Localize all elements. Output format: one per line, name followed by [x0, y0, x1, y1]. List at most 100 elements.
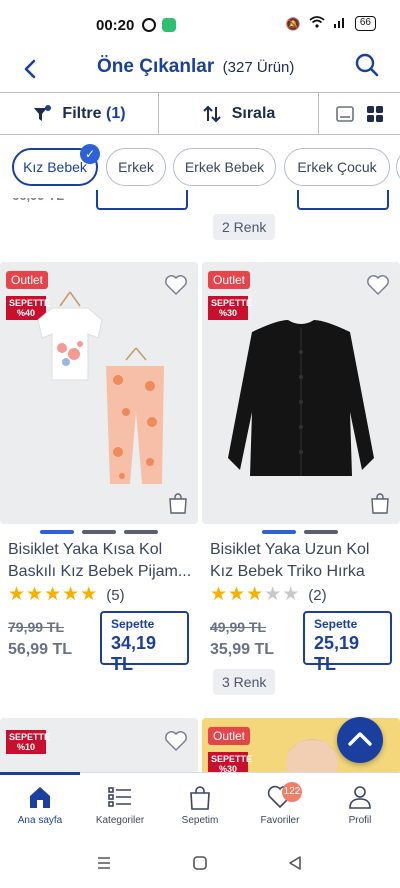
- sort-button[interactable]: Sırala: [159, 93, 319, 134]
- page-title: Öne Çıkanlar (327 Ürün): [97, 56, 294, 78]
- sort-icon: [202, 105, 221, 122]
- add-to-bag-icon[interactable]: [168, 492, 188, 514]
- status-time: 00:20: [96, 17, 135, 34]
- star-rating: ★ ★ ★ ★ ★ (5): [8, 585, 125, 605]
- star-icon: ★: [8, 584, 26, 605]
- home-icon: [30, 787, 50, 808]
- chip-next[interactable]: [396, 148, 400, 186]
- chip-label: Erkek Bebek: [184, 159, 265, 175]
- prev-price-fragment: 66,99 TL: [12, 188, 65, 203]
- recent-apps-icon[interactable]: [96, 856, 112, 870]
- app-notification-icon: [162, 18, 176, 32]
- prev-sepette-box-left[interactable]: [96, 190, 188, 210]
- nav-label: Sepetim: [181, 815, 219, 826]
- nav-label: Ana sayfa: [17, 815, 63, 826]
- view-toggle: [319, 93, 400, 134]
- chip-erkek-bebek[interactable]: Erkek Bebek: [173, 148, 276, 186]
- current-price: 35,99 TL: [210, 641, 275, 658]
- rating-count: (2): [308, 586, 327, 604]
- pager-dot[interactable]: [304, 530, 338, 534]
- star-icon: ★: [246, 584, 264, 605]
- sepette-price: 34,19 TL: [111, 633, 157, 674]
- heart-icon[interactable]: [164, 730, 188, 752]
- pager-dot[interactable]: [124, 530, 158, 534]
- back-button[interactable]: [16, 54, 46, 84]
- status-bar: 00:20 🔕 66: [0, 0, 400, 50]
- nav-home[interactable]: Ana sayfa: [0, 772, 80, 838]
- add-to-bag-icon[interactable]: [370, 492, 390, 514]
- check-icon: ✓: [80, 144, 100, 164]
- rating-count: (5): [106, 586, 125, 604]
- nav-label: Kategoriler: [95, 815, 145, 826]
- chip-erkek[interactable]: Erkek: [106, 148, 166, 186]
- filter-button[interactable]: Filtre (1): [0, 93, 159, 134]
- sepette-price: 25,19 TL: [314, 633, 360, 674]
- user-icon: [349, 786, 371, 809]
- product-card[interactable]: SEPETTE %10: [0, 718, 198, 774]
- scroll-to-top-button[interactable]: [337, 717, 383, 763]
- sort-label: Sırala: [231, 104, 276, 122]
- sepette-label: Sepette: [111, 617, 155, 631]
- nav-label: Favoriler: [260, 815, 300, 826]
- product-name[interactable]: Bisiklet Yaka Uzun Kol Kız Bebek Triko H…: [210, 539, 396, 583]
- search-button[interactable]: [352, 50, 382, 80]
- chip-label: Erkek: [118, 159, 154, 175]
- star-icon: ★: [264, 584, 282, 605]
- nav-categories[interactable]: Kategoriler: [80, 773, 160, 838]
- categories-icon: [108, 787, 131, 807]
- chip-label: Erkek Çocuk: [297, 159, 377, 175]
- image-pager: [40, 530, 158, 534]
- star-icon: ★: [26, 584, 44, 605]
- grid-view-icon[interactable]: [366, 105, 384, 123]
- filter-icon: [34, 104, 52, 121]
- chip-label: Kız Bebek: [23, 159, 87, 175]
- sepette-price-box: Sepette 25,19 TL: [303, 611, 392, 674]
- sepette-discount-tag: SEPETTE %10: [6, 730, 50, 754]
- old-price: 49,99 TL: [210, 619, 267, 635]
- signal-icon: [333, 16, 347, 31]
- sepette-price-box: Sepette 34,19 TL: [100, 611, 189, 674]
- filter-label: Filtre: [62, 104, 102, 122]
- star-icon: ★: [228, 584, 246, 605]
- filter-sort-bar: Filtre (1) Sırala: [0, 92, 400, 135]
- nav-profile[interactable]: Profil: [320, 773, 400, 838]
- product-image[interactable]: Outlet SEPETTE %30: [202, 262, 400, 524]
- chevron-up-icon: [348, 732, 372, 746]
- chip-erkek-cocuk[interactable]: Erkek Çocuk: [284, 148, 390, 186]
- star-rating: ★ ★ ★ ★ ★ (2): [210, 585, 327, 605]
- star-icon: ★: [282, 584, 300, 605]
- wifi-icon: [309, 16, 325, 31]
- system-navigation-bar: [0, 838, 400, 888]
- product-card[interactable]: Outlet SEPETTE %30 Bisiklet Yaka Uzun Ko…: [202, 262, 400, 674]
- sepette-label: Sepette: [314, 617, 358, 631]
- product-image[interactable]: Outlet SEPETTE %40: [0, 262, 198, 524]
- cardigan-image: [228, 320, 374, 476]
- nav-favorites[interactable]: 122 Favoriler: [240, 773, 320, 838]
- pager-dot[interactable]: [82, 530, 116, 534]
- category-chips: Kız Bebek ✓ Erkek Erkek Bebek Erkek Çocu…: [0, 144, 400, 189]
- chevron-left-icon: [24, 59, 36, 79]
- color-count-badge: 3 Renk: [213, 669, 276, 695]
- nav-cart[interactable]: Sepetim: [160, 773, 240, 838]
- battery-indicator: 66: [354, 16, 376, 31]
- bottom-navigation: Ana sayfa Kategoriler Sepetim 122 Favori…: [0, 772, 400, 838]
- home-button-icon[interactable]: [192, 855, 208, 871]
- filter-count: (1): [106, 104, 126, 122]
- search-icon: [355, 53, 379, 77]
- star-icon: ★: [62, 584, 80, 605]
- mute-icon: 🔕: [285, 16, 301, 31]
- shopping-bag-icon: [190, 786, 210, 810]
- list-view-icon[interactable]: [335, 105, 354, 123]
- back-nav-icon[interactable]: [288, 855, 302, 871]
- product-name[interactable]: Bisiklet Yaka Kısa Kol Baskılı Kız Bebek…: [8, 539, 194, 583]
- nav-label: Profil: [348, 815, 372, 826]
- prev-sepette-box-right[interactable]: [297, 190, 389, 210]
- pager-dot[interactable]: [262, 530, 296, 534]
- chip-kiz-bebek[interactable]: Kız Bebek ✓: [12, 144, 100, 186]
- product-card[interactable]: Outlet SEPETTE %40 Bisiklet Yaka Kısa Ko…: [0, 262, 198, 674]
- star-icon: ★: [80, 584, 98, 605]
- star-icon: ★: [210, 584, 228, 605]
- current-price: 56,99 TL: [8, 641, 73, 658]
- pager-dot[interactable]: [40, 530, 74, 534]
- color-count-badge: 2 Renk: [213, 214, 276, 240]
